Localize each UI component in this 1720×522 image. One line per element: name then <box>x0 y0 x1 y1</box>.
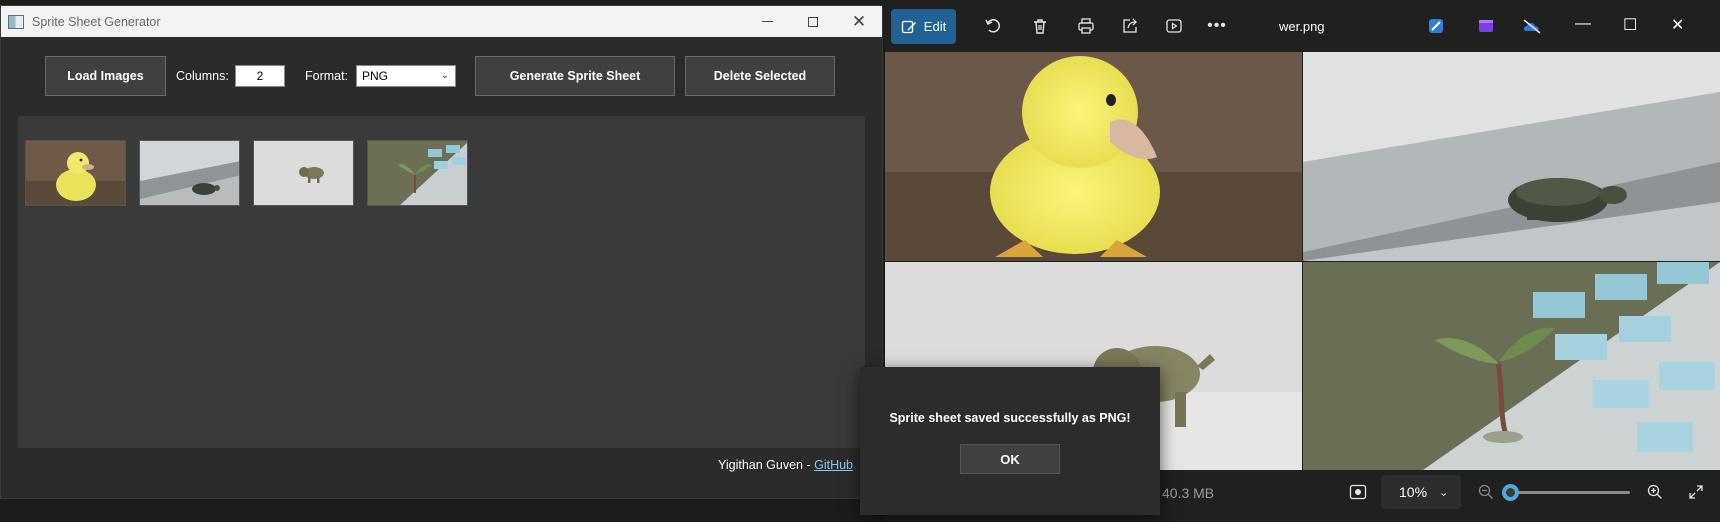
slideshow-button[interactable] <box>1163 15 1185 37</box>
preview-turtle <box>1303 52 1720 261</box>
zoom-slider-thumb[interactable] <box>1502 484 1519 501</box>
rotate-icon <box>985 19 1001 33</box>
onedrive-button[interactable] <box>1521 15 1543 37</box>
thumbnail-sprout[interactable] <box>367 140 468 206</box>
share-button[interactable] <box>1119 15 1141 37</box>
preview-sprout <box>1303 262 1720 470</box>
maximize-icon <box>808 16 818 27</box>
columns-label: Columns: <box>176 69 229 83</box>
columns-input[interactable]: 2 <box>235 65 285 87</box>
zoom-in-button[interactable] <box>1644 481 1666 503</box>
elephant-image <box>254 141 353 205</box>
edit-label: Edit <box>923 19 947 34</box>
toolbar: Load Images Columns: 2 Format: PNG ⌄ Gen… <box>1 56 882 96</box>
close-icon: ✕ <box>1671 17 1685 34</box>
minimize-icon: — <box>1575 15 1591 32</box>
delete-selected-button[interactable]: Delete Selected <box>685 56 835 96</box>
zoom-dropdown[interactable]: 10% ⌄ <box>1381 475 1461 509</box>
fullscreen-button[interactable] <box>1685 481 1707 503</box>
onedrive-off-icon <box>1523 19 1541 34</box>
thumbnail-duckling[interactable] <box>25 140 126 206</box>
maximize-button[interactable] <box>790 6 836 37</box>
github-link[interactable]: GitHub <box>814 458 853 472</box>
minimize-icon <box>761 21 773 22</box>
load-images-button[interactable]: Load Images <box>45 56 166 96</box>
format-select-value: PNG <box>362 69 389 83</box>
more-icon: ••• <box>1207 17 1227 34</box>
trash-icon <box>1034 19 1046 34</box>
print-button[interactable] <box>1075 15 1097 37</box>
dialog-message: Sprite sheet saved successfully as PNG! <box>889 411 1131 425</box>
designer-button[interactable] <box>1425 15 1447 37</box>
image-list[interactable] <box>18 116 865 448</box>
actual-size-icon <box>1349 484 1367 500</box>
format-select[interactable]: PNG ⌄ <box>356 65 456 87</box>
credit-text: Yigithan Guven - GitHub <box>718 458 853 472</box>
viewer-toolbar: Edit ••• wer.png — ☐ ✕ <box>885 0 1720 52</box>
credit-author: Yigithan Guven - <box>717 458 815 472</box>
edit-button[interactable]: Edit <box>891 9 956 44</box>
zoom-value: 10% <box>1399 484 1428 500</box>
close-button[interactable]: ✕ <box>836 6 882 37</box>
maximize-icon: ☐ <box>1623 17 1638 34</box>
sprout-image <box>368 141 467 205</box>
actual-size-button[interactable] <box>1347 481 1369 503</box>
sprite-sheet-generator-window: Sprite Sheet Generator ✕ Load Images Col… <box>0 5 883 499</box>
viewer-close-button[interactable]: ✕ <box>1671 15 1684 35</box>
chevron-down-icon: ⌄ <box>1439 486 1449 499</box>
clipchamp-button[interactable] <box>1475 15 1497 37</box>
ok-button[interactable]: OK <box>960 444 1060 474</box>
share-icon <box>1123 18 1137 33</box>
success-dialog: Sprite sheet saved successfully as PNG! … <box>860 367 1160 515</box>
generate-sprite-sheet-button[interactable]: Generate Sprite Sheet <box>475 56 675 96</box>
zoom-out-button[interactable] <box>1475 481 1497 503</box>
format-label: Format: <box>305 69 349 83</box>
close-icon: ✕ <box>851 12 867 31</box>
duckling-image <box>26 141 125 205</box>
edit-icon <box>901 20 916 33</box>
thumbnail-turtle[interactable] <box>139 140 240 206</box>
print-icon <box>1078 18 1094 34</box>
slideshow-icon <box>1166 19 1182 33</box>
minimize-button[interactable] <box>744 6 790 37</box>
duckling-image <box>885 52 1302 261</box>
preview-duckling <box>885 52 1302 261</box>
sprout-image <box>1303 262 1720 470</box>
window-title: Sprite Sheet Generator <box>32 14 161 29</box>
viewer-minimize-button[interactable]: — <box>1575 15 1591 33</box>
designer-icon <box>1429 19 1443 33</box>
zoom-slider-track[interactable] <box>1510 491 1630 494</box>
turtle-image <box>140 141 239 205</box>
file-size: 40.3 MB <box>1162 485 1215 501</box>
file-name: wer.png <box>1279 19 1325 34</box>
zoom-out-icon <box>1478 484 1493 499</box>
window-controls: ✕ <box>744 6 882 37</box>
fullscreen-icon <box>1689 485 1703 499</box>
clipchamp-icon <box>1479 20 1493 32</box>
thumbnail-elephant[interactable] <box>253 140 354 206</box>
turtle-image <box>1303 52 1720 261</box>
app-icon <box>8 14 24 29</box>
title-bar: Sprite Sheet Generator ✕ <box>1 6 882 37</box>
viewer-maximize-button[interactable]: ☐ <box>1623 15 1637 35</box>
zoom-in-icon <box>1647 484 1662 499</box>
chevron-down-icon: ⌄ <box>440 70 449 81</box>
more-options-button[interactable]: ••• <box>1206 15 1228 37</box>
rotate-button[interactable] <box>982 15 1004 37</box>
delete-button[interactable] <box>1029 15 1051 37</box>
